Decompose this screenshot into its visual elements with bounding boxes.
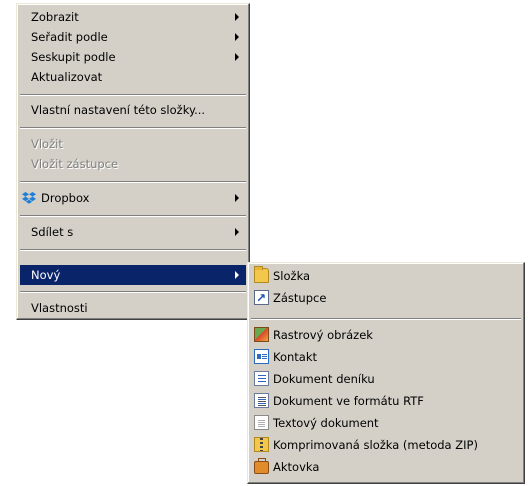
- menu-item-refresh[interactable]: Aktualizovat: [20, 67, 246, 87]
- menu-item-properties[interactable]: Vlastnosti: [20, 298, 246, 318]
- menu-item-group-by[interactable]: Seskupit podle: [20, 47, 246, 67]
- submenu-item-label: Komprimovaná složka (metoda ZIP): [273, 438, 478, 452]
- submenu-item-label: Kontakt: [273, 350, 318, 364]
- submenu-item-label: Textový dokument: [273, 416, 379, 430]
- menu-item-label: Sdílet s: [31, 225, 74, 239]
- submenu-item-journal-document[interactable]: Dokument deníku: [251, 369, 521, 389]
- submenu-item-contact[interactable]: Kontakt: [251, 347, 521, 367]
- menu-item-dropbox[interactable]: Dropbox: [20, 188, 246, 208]
- submenu-item-label: Složka: [273, 269, 311, 283]
- submenu-item-label: Aktovka: [273, 460, 320, 474]
- submenu-item-folder[interactable]: Složka: [251, 266, 521, 286]
- context-menu: Zobrazit Seřadit podle Seskupit podle Ak…: [16, 3, 250, 320]
- submenu-arrow-icon: [235, 33, 239, 41]
- menu-item-customize-folder[interactable]: Vlastní nastavení této složky...: [20, 100, 246, 120]
- zip-folder-icon: [254, 437, 269, 452]
- submenu-item-label: Rastrový obrázek: [273, 328, 373, 342]
- contact-icon: [254, 349, 269, 364]
- menu-item-label: Zobrazit: [31, 10, 79, 24]
- menu-separator: [20, 249, 246, 251]
- menu-separator: [20, 215, 246, 217]
- menu-item-label: Nový: [31, 268, 61, 282]
- submenu-item-rtf-document[interactable]: Dokument ve formátu RTF: [251, 391, 521, 411]
- shortcut-icon: [254, 288, 269, 308]
- menu-item-paste[interactable]: Vložit: [20, 134, 246, 154]
- submenu-arrow-icon: [235, 13, 239, 21]
- menu-item-share-with[interactable]: Sdílet s: [20, 222, 246, 242]
- folder-icon: [254, 266, 269, 283]
- submenu-item-zip-folder[interactable]: Komprimovaná složka (metoda ZIP): [251, 435, 521, 455]
- menu-separator: [20, 94, 246, 96]
- menu-item-label: Vložit zástupce: [31, 157, 119, 171]
- menu-item-label: Vlastní nastavení této složky...: [31, 103, 206, 117]
- menu-item-label: Vložit: [31, 137, 63, 151]
- submenu-item-label: Dokument ve formátu RTF: [273, 394, 424, 408]
- menu-item-label: Aktualizovat: [31, 70, 103, 84]
- menu-separator: [20, 181, 246, 183]
- bitmap-image-icon: [254, 327, 269, 342]
- text-document-icon: [254, 415, 269, 430]
- submenu-arrow-icon: [235, 194, 239, 202]
- menu-item-new[interactable]: Nový: [20, 265, 246, 285]
- menu-item-label: Seřadit podle: [31, 30, 108, 44]
- submenu-item-label: Zástupce: [273, 291, 327, 305]
- submenu-item-bitmap-image[interactable]: Rastrový obrázek: [251, 325, 521, 345]
- submenu-item-text-document[interactable]: Textový dokument: [251, 413, 521, 433]
- menu-separator: [20, 291, 246, 293]
- dropbox-icon: [22, 191, 36, 205]
- menu-item-label: Seskupit podle: [31, 50, 116, 64]
- journal-document-icon: [254, 371, 269, 386]
- menu-separator: [20, 127, 246, 129]
- submenu-arrow-icon: [235, 53, 239, 61]
- submenu-item-shortcut[interactable]: Zástupce: [251, 288, 521, 308]
- menu-separator: [251, 318, 521, 320]
- menu-item-view[interactable]: Zobrazit: [20, 7, 246, 27]
- submenu-item-label: Dokument deníku: [273, 372, 375, 386]
- submenu-item-briefcase[interactable]: Aktovka: [251, 457, 521, 477]
- submenu-arrow-icon: [235, 271, 239, 279]
- menu-item-label: Dropbox: [41, 191, 90, 205]
- menu-item-sort-by[interactable]: Seřadit podle: [20, 27, 246, 47]
- menu-item-paste-shortcut[interactable]: Vložit zástupce: [20, 154, 246, 174]
- new-submenu: Složka Zástupce Rastrový obrázek Kontakt…: [247, 262, 525, 484]
- briefcase-icon: [254, 458, 269, 474]
- submenu-arrow-icon: [235, 228, 239, 236]
- menu-item-label: Vlastnosti: [31, 301, 88, 315]
- rtf-document-icon: [254, 393, 269, 408]
